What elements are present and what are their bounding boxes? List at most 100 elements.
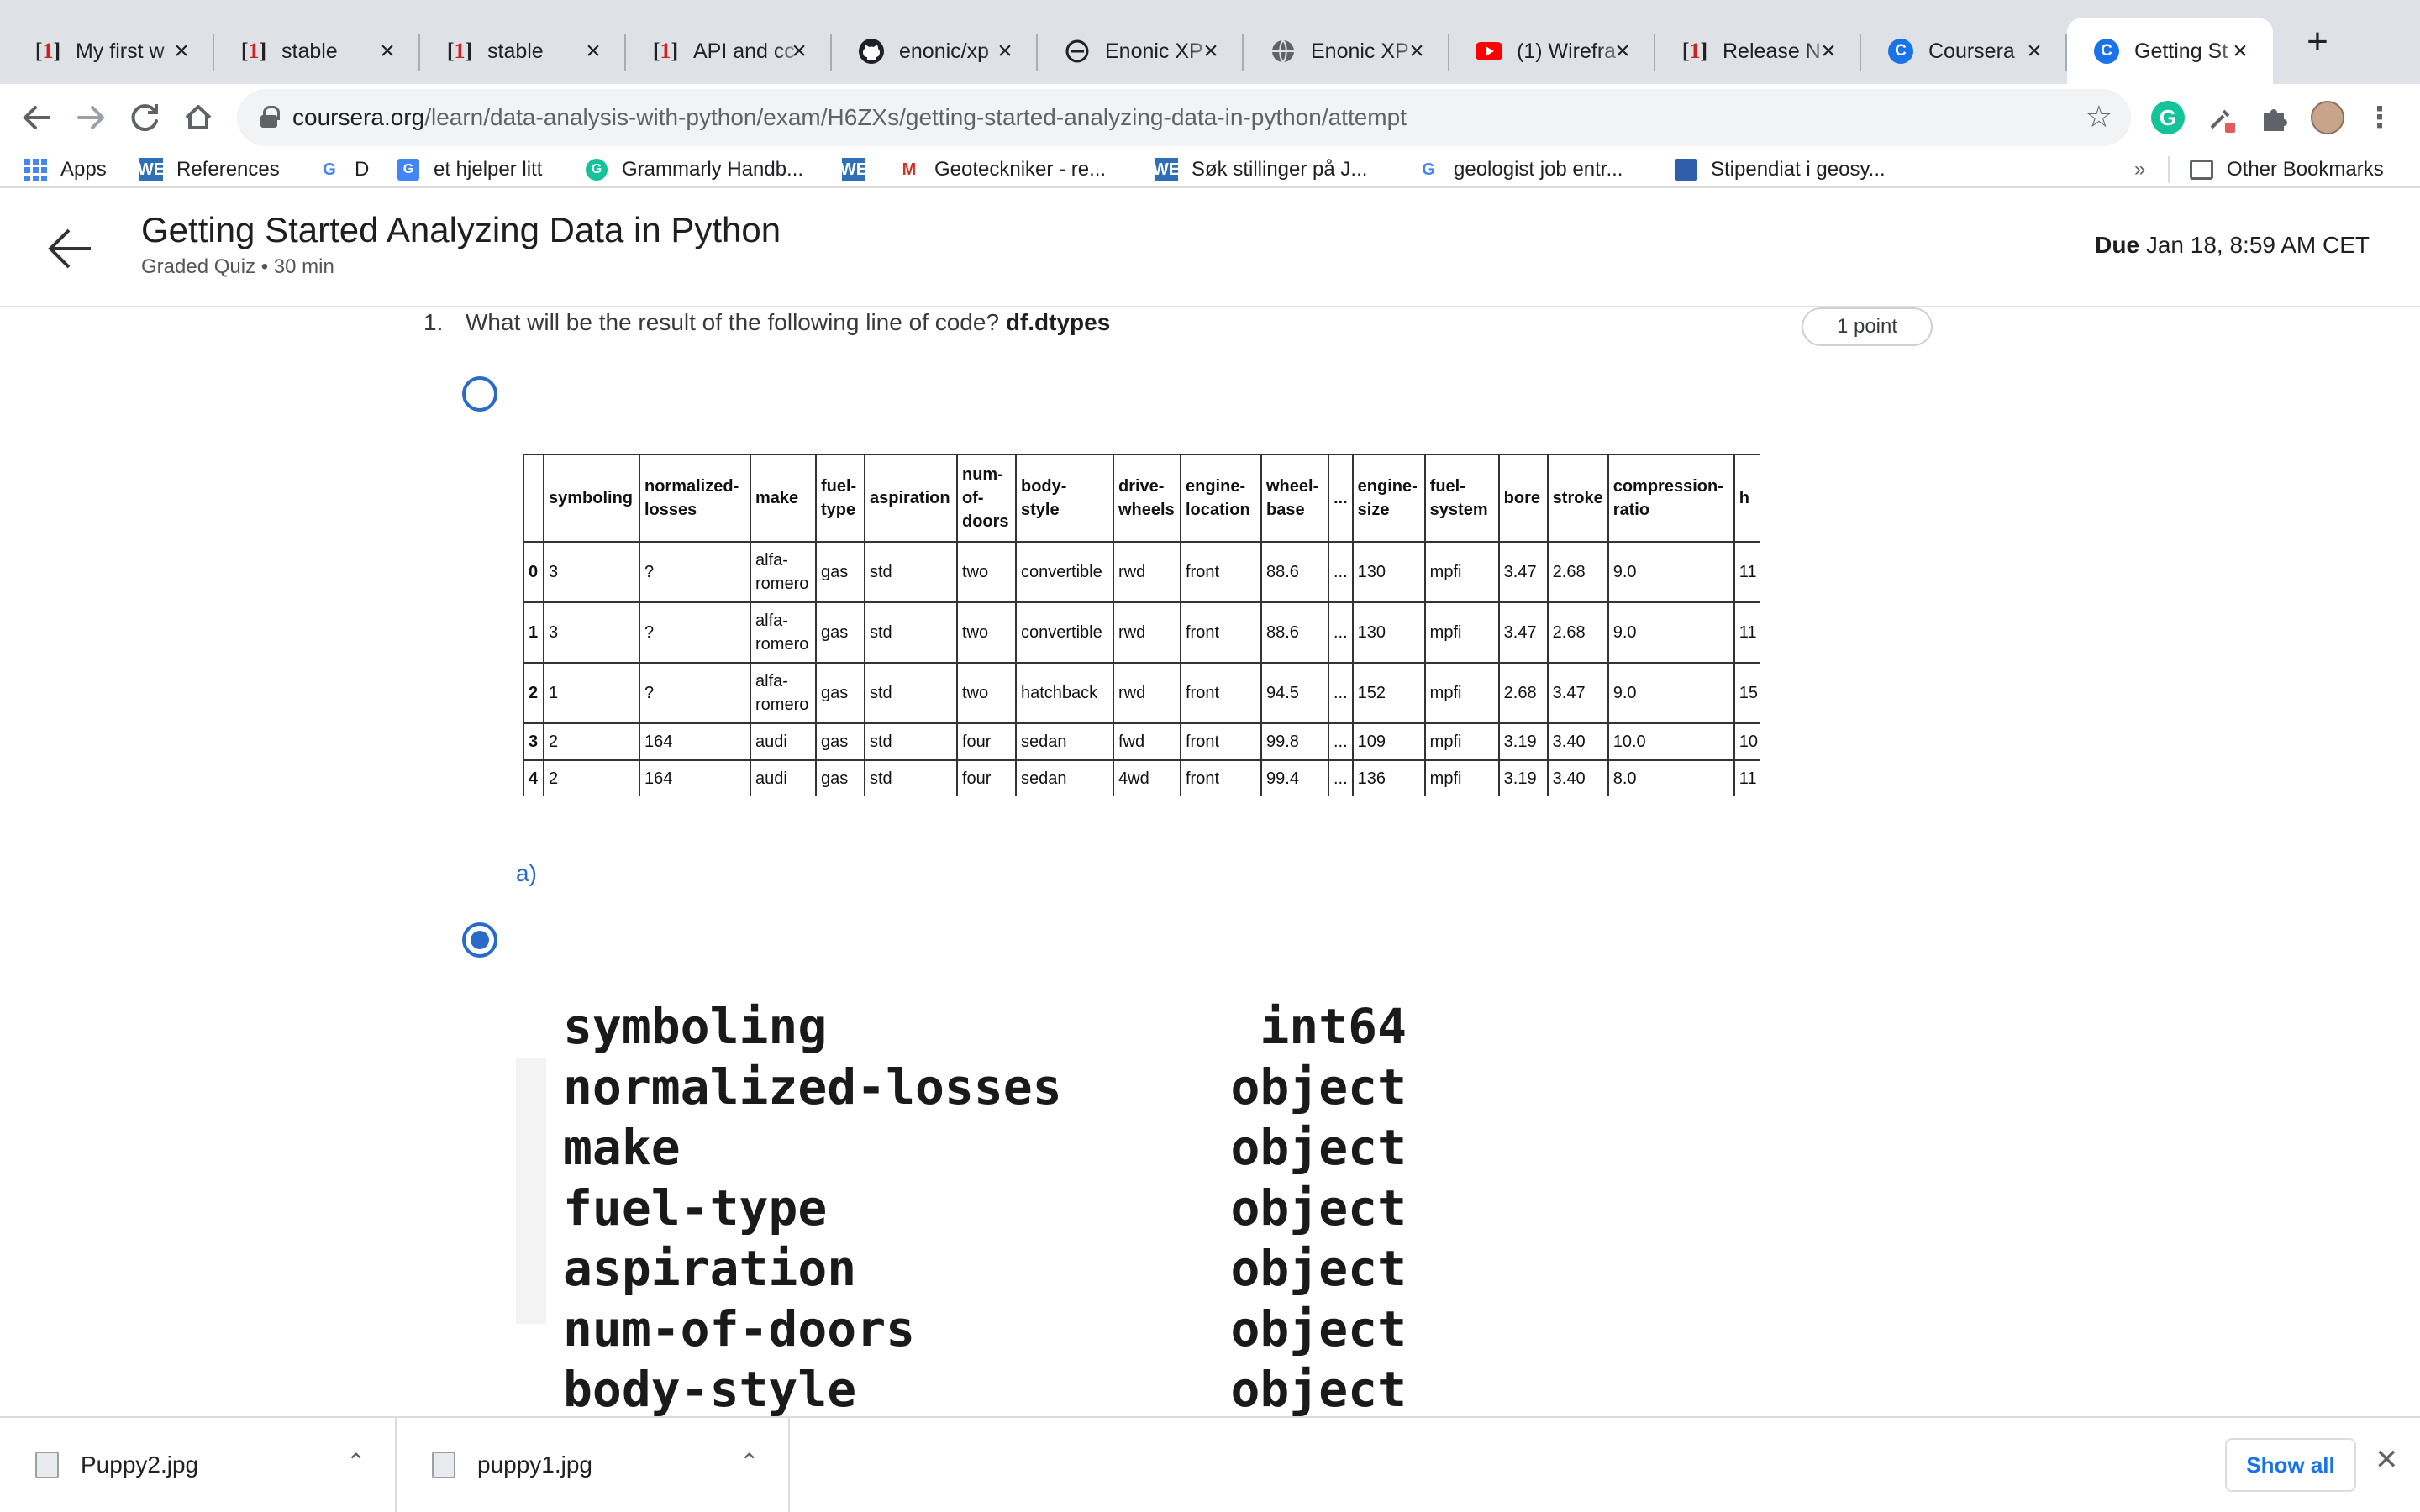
dtype-value: object [1230, 1361, 1407, 1416]
browser-tab[interactable]: [1] API and cc × [626, 18, 832, 84]
tab-close-icon[interactable]: × [991, 37, 1019, 66]
tab-close-icon[interactable]: × [2020, 37, 2049, 66]
show-all-downloads-button[interactable]: Show all [2225, 1438, 2356, 1492]
tab-close-icon[interactable]: × [1814, 37, 1843, 66]
chevron-up-icon[interactable]: ⌃ [739, 1448, 759, 1476]
bookmark-star-icon[interactable]: ☆ [2086, 99, 2112, 134]
table-cell: 9.0 [1607, 541, 1735, 603]
github-icon [857, 37, 886, 66]
bookmark-item[interactable]: Ggeologist job entr... [1417, 151, 1623, 188]
table-cell: mpfi [1423, 541, 1500, 603]
arrow-right-icon [77, 106, 105, 129]
table-cell: front [1180, 601, 1262, 664]
table-cell: 164 [639, 722, 751, 761]
browser-tab[interactable]: Enonic XP × [1244, 18, 1449, 84]
browser-tab[interactable]: Enonic XP × [1038, 18, 1244, 84]
browser-tab[interactable]: enonic/xp × [832, 18, 1038, 84]
dtype-value: object [1230, 1240, 1407, 1297]
table-column-header: ... [1328, 454, 1354, 543]
table-cell: 152 [1351, 662, 1426, 724]
table-cell: gas [815, 722, 865, 761]
table-cell: std [864, 759, 958, 796]
back-button[interactable] [12, 92, 62, 143]
bookmark-item[interactable]: Apps [24, 151, 107, 188]
browser-tab[interactable]: (1) Wirefra × [1449, 18, 1655, 84]
table-cell: 2 [543, 759, 640, 796]
bookmark-item[interactable]: M Geoteckniker - re... [897, 151, 1106, 188]
tab-close-icon[interactable]: × [1608, 37, 1637, 66]
bookmark-label: et hjelper litt [434, 158, 543, 181]
table-cell: convertible [1015, 601, 1114, 664]
row-index: 0 [523, 541, 544, 603]
tab-close-icon[interactable]: × [785, 37, 813, 66]
browser-tab[interactable]: [1] stable × [214, 18, 420, 84]
new-tab-button[interactable]: + [2294, 18, 2341, 66]
table-cell: 99.4 [1260, 759, 1329, 796]
bookmark-item[interactable]: GD [318, 151, 369, 188]
table-column-header: wheel- base [1260, 454, 1329, 543]
table-column-header: make [750, 454, 817, 543]
option-a-radio[interactable] [462, 376, 497, 412]
table-cell: two [956, 662, 1017, 724]
table-cell: ? [639, 601, 751, 664]
table-cell: alfa- romero [750, 601, 817, 664]
table-cell: ... [1328, 541, 1354, 603]
back-to-course-button[interactable] [47, 222, 94, 276]
tab-close-icon[interactable]: × [1402, 37, 1431, 66]
bookmarks-overflow-button[interactable]: » [2134, 151, 2145, 188]
forward-button[interactable] [66, 92, 116, 143]
tab-close-icon[interactable]: × [1197, 37, 1225, 66]
reload-button[interactable] [119, 92, 170, 143]
address-url[interactable]: coursera.org/learn/data-analysis-with-py… [292, 104, 1407, 131]
tab-close-icon[interactable]: × [167, 37, 196, 66]
other-bookmarks-label: Other Bookmarks [2227, 158, 2384, 181]
table-cell: rwd [1113, 662, 1181, 724]
apps-grid-icon [24, 158, 47, 181]
table-header-row: symboling normalized- losses make fuel- typ… [523, 454, 1760, 543]
we-icon: WE [138, 158, 165, 181]
bookmark-item[interactable]: Stipendiat i geosy... [1674, 151, 1886, 188]
home-button[interactable] [173, 92, 224, 143]
bookmark-item[interactable]: Get hjelper litt [397, 151, 542, 188]
table-cell: 3.40 [1546, 722, 1609, 761]
table-cell: 136 [1351, 759, 1426, 796]
browser-tab[interactable]: [1] My first w × [8, 18, 214, 84]
option-a-label: a) [516, 860, 537, 886]
bookmark-item[interactable]: G Grammarly Handb... [585, 151, 803, 188]
other-bookmarks-folder[interactable]: Other Bookmarks [2190, 151, 2384, 188]
bookmark-item[interactable]: WE References [138, 151, 280, 188]
table-cell: 8.0 [1607, 759, 1735, 796]
table-cell: 9.0 [1607, 662, 1735, 724]
table-cell: sedan [1015, 759, 1114, 796]
dtype-value: object [1230, 1058, 1407, 1116]
eyedropper-icon [2210, 109, 2235, 133]
table-cell: ... [1328, 662, 1354, 724]
chevron-up-icon[interactable]: ⌃ [346, 1448, 366, 1476]
tab-close-icon[interactable]: × [579, 37, 608, 66]
browser-tab[interactable]: [1] Release N × [1655, 18, 1861, 84]
tab-close-icon[interactable]: × [373, 37, 402, 66]
eyedropper-extension-icon[interactable] [2205, 101, 2238, 134]
address-bar[interactable]: coursera.org/learn/data-analysis-with-py… [237, 89, 2131, 146]
browser-tab[interactable]: [1] stable × [420, 18, 626, 84]
youtube-icon [1475, 37, 1503, 66]
profile-avatar[interactable] [2311, 101, 2344, 134]
bookmark-item[interactable]: WE [840, 151, 879, 188]
browser-tab[interactable]: C Getting St × [2067, 18, 2273, 84]
extensions-puzzle-icon[interactable] [2257, 101, 2291, 134]
table-column-header: num- of- doors [956, 454, 1017, 543]
dtype-value: int64 [1260, 998, 1407, 1055]
download-item[interactable]: Puppy2.jpg ⌃ [0, 1418, 397, 1512]
table-cell: gas [815, 662, 865, 724]
grammarly-extension-icon[interactable]: G [2151, 101, 2185, 134]
download-item[interactable]: puppy1.jpg ⌃ [397, 1418, 790, 1512]
close-icon[interactable]: ✕ [2375, 1443, 2399, 1477]
bookmark-label: References [176, 158, 280, 181]
bookmark-item[interactable]: WE Søk stillinger på J... [1153, 151, 1367, 188]
table-cell: 9.0 [1607, 601, 1735, 664]
browser-menu-icon[interactable]: ⋮ [2363, 101, 2396, 134]
arrow-left-icon [23, 106, 50, 129]
option-b-radio[interactable] [462, 922, 497, 958]
tab-close-icon[interactable]: × [2226, 37, 2254, 66]
browser-tab[interactable]: C Coursera × [1861, 18, 2067, 84]
